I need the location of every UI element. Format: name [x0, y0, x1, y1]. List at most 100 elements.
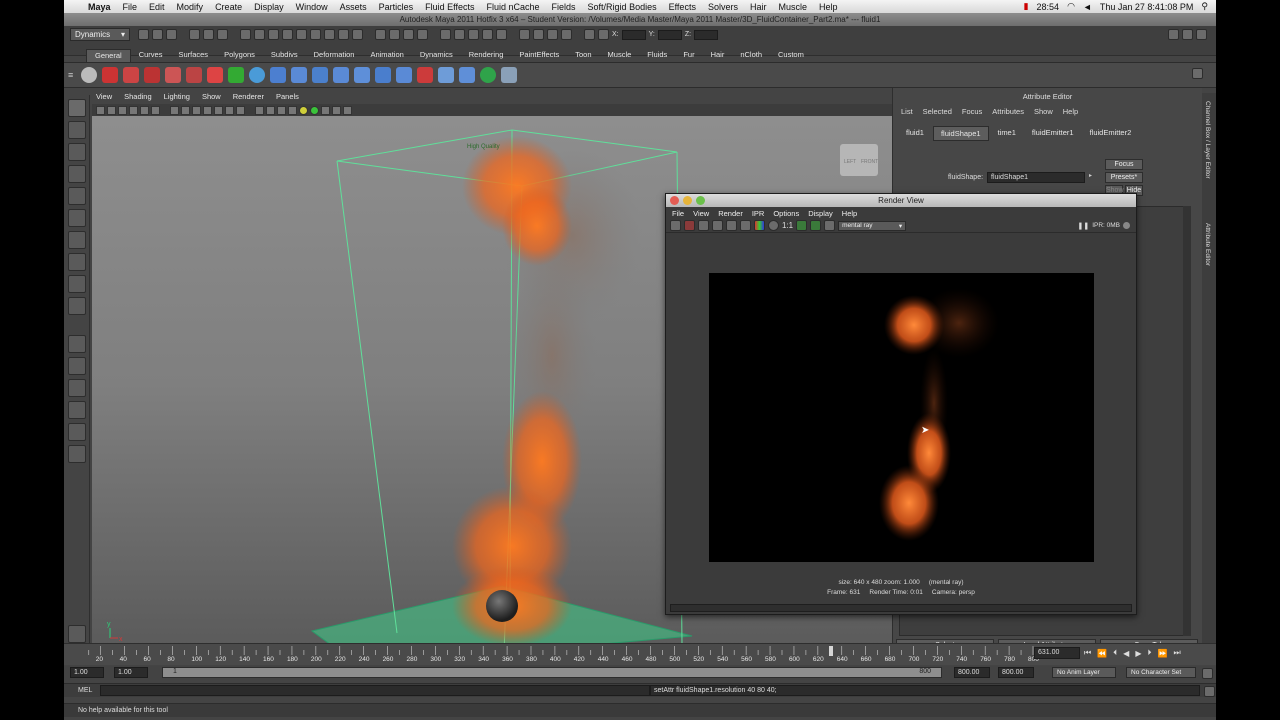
view-cube[interactable]: LEFT FRONT [840, 144, 878, 176]
shelf-tab-muscle[interactable]: Muscle [600, 49, 640, 62]
rv-menu-ipr[interactable]: IPR [752, 209, 765, 218]
paint-select-tool-icon[interactable] [68, 143, 86, 161]
grid-icon[interactable] [170, 105, 179, 115]
wifi-icon[interactable]: ◠ [1067, 1, 1075, 12]
mask-icon[interactable] [352, 29, 363, 40]
bookmark-icon[interactable] [118, 105, 127, 115]
anim-layer-dropdown[interactable]: No Anim Layer [1052, 667, 1116, 678]
ae-menu-show[interactable]: Show [1034, 107, 1053, 116]
script-editor-icon[interactable] [1204, 686, 1215, 697]
viewport-menu-view[interactable]: View [96, 92, 112, 104]
rgb-channel-icon[interactable] [754, 220, 765, 231]
render-image[interactable]: ➤ [709, 273, 1094, 562]
film-gate-icon[interactable] [181, 105, 190, 115]
menu-effects[interactable]: Effects [663, 2, 702, 12]
render-current-frame-icon[interactable] [519, 29, 530, 40]
textured-icon[interactable] [288, 105, 297, 115]
go-to-start-icon[interactable]: ⏮ [1084, 648, 1091, 658]
shelf-tab-painteffects[interactable]: PaintEffects [511, 49, 567, 62]
shelf-tab-general[interactable]: General [86, 49, 131, 62]
cone-icon[interactable] [312, 67, 328, 83]
step-forward-key-icon[interactable]: ⏵ [1147, 648, 1151, 658]
mask-icon[interactable] [338, 29, 349, 40]
x-ray-icon[interactable] [343, 105, 352, 115]
play-forwards-icon[interactable]: ▶ [1135, 649, 1141, 658]
shelf-tab-custom[interactable]: Custom [770, 49, 812, 62]
shelf-tab-subdivs[interactable]: Subdivs [263, 49, 306, 62]
select-object-icon[interactable] [203, 29, 214, 40]
end-time-field[interactable]: 800.00 [998, 667, 1034, 678]
current-frame-field[interactable]: 631.00 [1034, 647, 1080, 659]
shelf-tab-surfaces[interactable]: Surfaces [170, 49, 216, 62]
help-tool-icon[interactable] [102, 67, 118, 83]
toolbox-options-icon[interactable] [68, 625, 86, 643]
x-field[interactable] [621, 29, 646, 40]
ae-tab-time1[interactable]: time1 [991, 126, 1023, 141]
menu-edit[interactable]: Edit [143, 2, 171, 12]
history-icon[interactable] [468, 29, 479, 40]
shelf-tab-hair[interactable]: Hair [703, 49, 733, 62]
rv-menu-display[interactable]: Display [808, 209, 833, 218]
viewport-menu-renderer[interactable]: Renderer [233, 92, 264, 104]
playback-end-field[interactable]: 800.00 [954, 667, 990, 678]
select-tool-icon[interactable] [68, 99, 86, 117]
viewport-menu-show[interactable]: Show [202, 92, 221, 104]
wireframe-icon[interactable] [255, 105, 264, 115]
volume-icon[interactable]: ◄ [1083, 2, 1092, 12]
camera-select-icon[interactable] [824, 220, 836, 231]
battery-icon[interactable]: ▮ [1024, 1, 1029, 12]
lights-icon[interactable] [299, 105, 308, 115]
menu-muscle[interactable]: Muscle [772, 2, 813, 12]
shelf-tab-fur[interactable]: Fur [675, 49, 702, 62]
channel-box-toggle-icon[interactable] [1196, 29, 1207, 40]
step-back-key-icon[interactable]: ⏴ [1113, 648, 1117, 658]
cv-curve-icon[interactable] [123, 67, 139, 83]
persp-outliner-layout-icon[interactable] [68, 401, 86, 419]
ratio-label[interactable]: 1:1 [782, 221, 793, 230]
manipulator-tool-icon[interactable] [68, 231, 86, 249]
presets-button[interactable]: Presets* [1105, 172, 1143, 183]
mask-icon[interactable] [268, 29, 279, 40]
emitter-sphere[interactable] [486, 590, 518, 622]
bezier-curve-icon[interactable] [165, 67, 181, 83]
menu-maya[interactable]: Maya [82, 2, 117, 12]
cylinder-icon[interactable] [291, 67, 307, 83]
tool-settings-toggle-icon[interactable] [1182, 29, 1193, 40]
script-language-label[interactable]: MEL [78, 687, 92, 694]
render-region-icon[interactable] [712, 220, 723, 231]
mask-icon[interactable] [254, 29, 265, 40]
viewport-menu-panels[interactable]: Panels [276, 92, 299, 104]
ae-menu-attributes[interactable]: Attributes [992, 107, 1024, 116]
range-slider-bar[interactable]: 1 800 [162, 667, 942, 678]
menu-window[interactable]: Window [290, 2, 334, 12]
menu-set-dropdown[interactable]: Dynamics ▾ [70, 28, 130, 41]
snap-plane-icon[interactable] [417, 29, 428, 40]
ipr-render-icon[interactable] [684, 220, 695, 231]
mask-icon[interactable] [310, 29, 321, 40]
menu-help[interactable]: Help [813, 2, 844, 12]
separate-icon[interactable] [396, 67, 412, 83]
play-backwards-icon[interactable]: ◀ [1123, 649, 1129, 658]
command-input[interactable] [100, 685, 650, 696]
history-icon[interactable] [496, 29, 507, 40]
shape-nav-arrows-icon[interactable]: ▸ [1089, 170, 1096, 184]
ae-tab-fluid1[interactable]: fluid1 [899, 126, 931, 141]
snapshot-icon[interactable] [698, 220, 709, 231]
input-field-icon[interactable] [584, 29, 595, 40]
menu-hair[interactable]: Hair [744, 2, 773, 12]
field-chart-icon[interactable] [214, 105, 223, 115]
pick-icon[interactable] [81, 67, 97, 83]
snap-curve-icon[interactable] [389, 29, 400, 40]
view-cube-left[interactable]: LEFT [844, 159, 856, 165]
ae-menu-list[interactable]: List [901, 107, 913, 116]
step-forward-frame-icon[interactable]: ⏩ [1157, 649, 1167, 658]
history-icon[interactable] [440, 29, 451, 40]
time-ruler[interactable]: 20 40 60 80 100 120 140 160 180 200 220 240 260 280 30… [74, 646, 1039, 662]
cube-icon[interactable] [270, 67, 286, 83]
refresh-icon[interactable] [726, 220, 737, 231]
menu-fluid-ncache[interactable]: Fluid nCache [481, 2, 546, 12]
mask-icon[interactable] [240, 29, 251, 40]
camera-icon[interactable] [96, 105, 105, 115]
rv-menu-help[interactable]: Help [842, 209, 857, 218]
safe-action-icon[interactable] [225, 105, 234, 115]
